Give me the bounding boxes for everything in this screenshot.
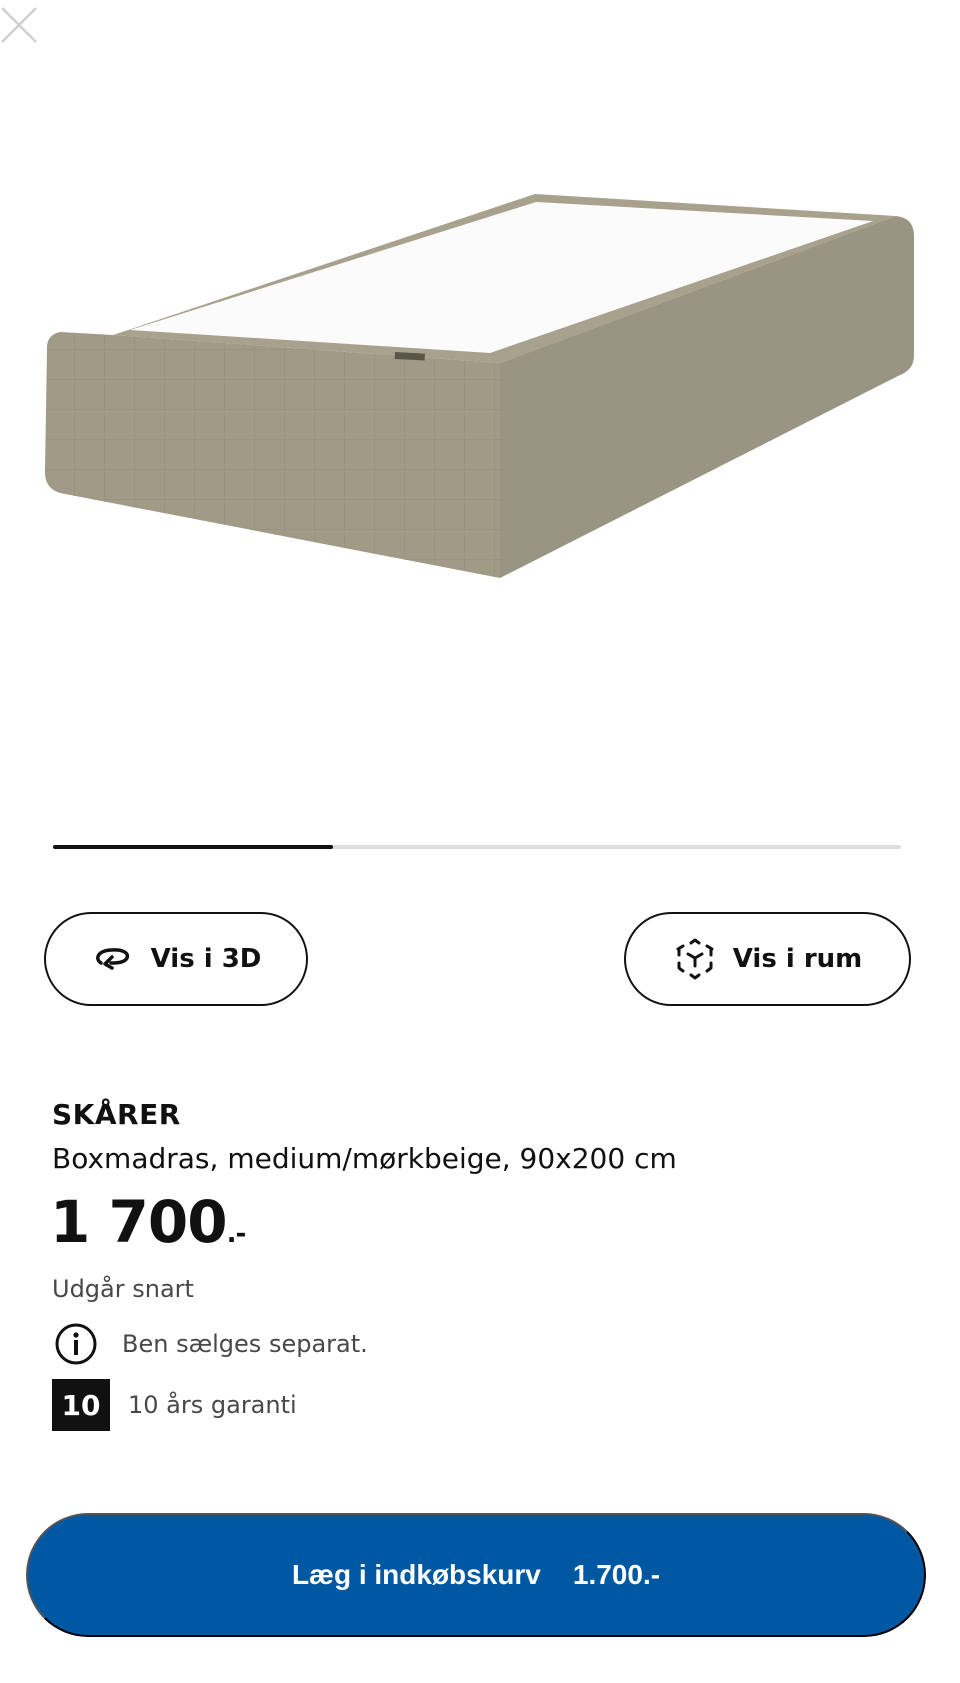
product-image[interactable]	[30, 170, 930, 590]
info-icon	[55, 1323, 97, 1365]
carousel-progress-fill	[53, 845, 333, 849]
close-icon[interactable]	[0, 5, 40, 46]
view-in-room-button[interactable]: Vis i rum	[624, 912, 911, 1006]
add-to-cart-label: Læg i indkøbskurv	[291, 1559, 541, 1590]
add-to-cart-price: 1.700.-	[572, 1559, 661, 1590]
legs-info: Ben sælges separat.	[54, 1322, 368, 1366]
warranty-badge: 10	[52, 1379, 110, 1431]
price-value: 1 700	[50, 1188, 228, 1256]
rotate-3d-icon	[95, 948, 129, 970]
add-to-cart-button[interactable]: Læg i indkøbskurv 1.700.-	[26, 1513, 926, 1637]
availability-status: Udgår snart	[52, 1275, 194, 1303]
view-3d-label: Vis i 3D	[150, 944, 262, 974]
legs-info-text: Ben sælges separat.	[122, 1330, 368, 1358]
price-suffix: .-	[226, 1219, 247, 1249]
view-3d-button[interactable]: Vis i 3D	[44, 912, 308, 1006]
product-price: 1 700.-	[50, 1188, 247, 1256]
warranty-info[interactable]: 10 10 års garanti	[52, 1379, 297, 1431]
view-in-room-label: Vis i rum	[732, 944, 863, 974]
product-description: Boxmadras, medium/mørkbeige, 90x200 cm	[52, 1142, 677, 1175]
product-name: SKÅRER	[52, 1098, 181, 1131]
ar-cube-icon	[676, 938, 714, 980]
carousel-progress	[53, 845, 901, 849]
warranty-text: 10 års garanti	[128, 1391, 297, 1419]
